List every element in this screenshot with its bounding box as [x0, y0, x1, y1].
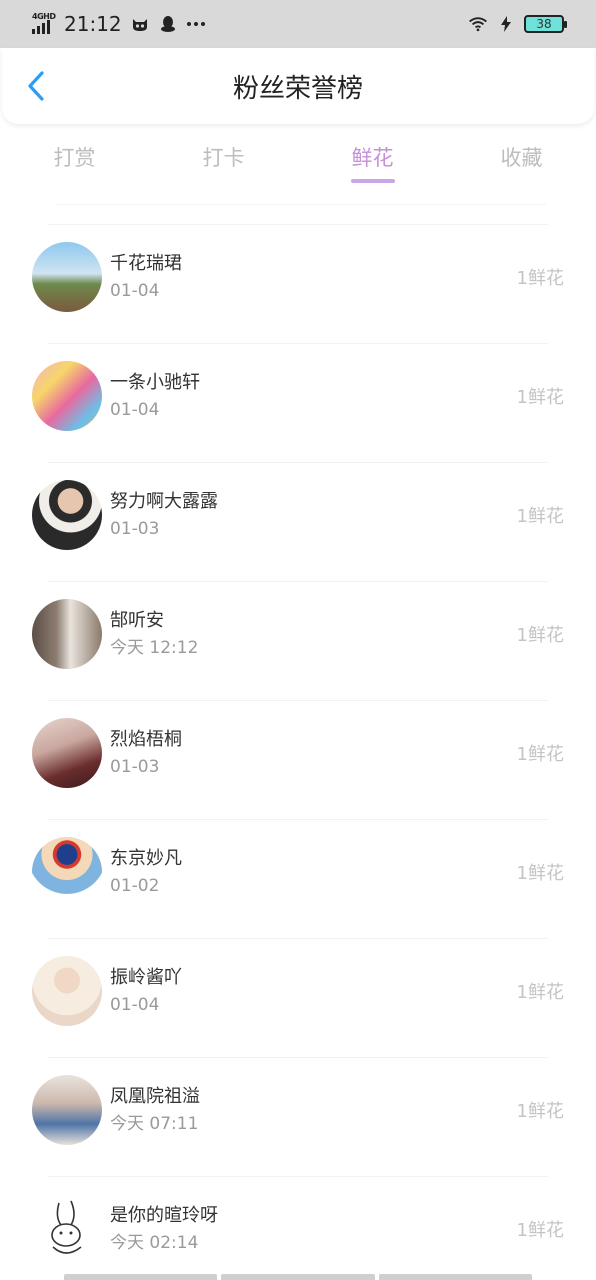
avatar[interactable] — [32, 599, 102, 669]
user-name: 努力啊大露露 — [110, 491, 218, 512]
gift-date: 01-04 — [110, 400, 160, 420]
gift-date: 今天 02:14 — [110, 1233, 199, 1253]
gift-date: 今天 07:11 — [110, 1114, 199, 1134]
flower-count: 1鲜花 — [516, 863, 564, 884]
battery-level: 38 — [536, 17, 552, 31]
page-title: 粉丝荣誉榜 — [232, 73, 363, 104]
flower-count: 1鲜花 — [516, 1220, 564, 1241]
flower-count: 1鲜花 — [516, 744, 564, 765]
status-time: 21:12 — [64, 12, 122, 36]
user-name: 烈焰梧桐 — [110, 729, 182, 750]
header: 粉丝荣誉榜 — [2, 48, 594, 124]
flower-count: 1鲜花 — [516, 982, 564, 1003]
bottom-scroll-indicator — [64, 1274, 532, 1280]
list-item[interactable]: 振岭酱吖 01-04 1鲜花 — [32, 938, 564, 1057]
flower-count: 1鲜花 — [516, 268, 564, 289]
avatar[interactable] — [32, 361, 102, 431]
list-item[interactable]: 一条小驰轩 01-04 1鲜花 — [32, 343, 564, 462]
gift-date: 01-02 — [110, 876, 160, 896]
avatar[interactable] — [32, 1075, 102, 1145]
charging-icon — [496, 14, 516, 34]
user-name: 郜听安 — [110, 610, 164, 631]
avatar[interactable] — [32, 956, 102, 1026]
list-item[interactable]: 千花瑞珺 01-04 1鲜花 — [32, 224, 564, 343]
user-name: 东京妙凡 — [110, 848, 182, 869]
back-arrow-icon — [28, 71, 44, 101]
back-button[interactable] — [20, 70, 52, 102]
gift-date: 01-03 — [110, 519, 160, 539]
gift-date: 01-04 — [110, 995, 160, 1015]
tab-flowers[interactable]: 鲜花 — [298, 136, 447, 192]
qq-penguin-icon — [158, 14, 178, 34]
rabbit-sketch-icon — [51, 1200, 82, 1254]
tab-favorites[interactable]: 收藏 — [447, 136, 596, 192]
tab-label: 收藏 — [500, 146, 543, 170]
gift-date: 今天 12:12 — [110, 638, 199, 658]
cat-face-icon — [130, 14, 150, 34]
battery-icon: 38 — [524, 15, 567, 33]
more-dots-icon — [186, 14, 206, 34]
list-item[interactable]: 是你的暄玲呀 今天 02:14 1鲜花 — [32, 1176, 564, 1280]
flower-count: 1鲜花 — [516, 1101, 564, 1122]
list-item[interactable]: 东京妙凡 01-02 1鲜花 — [32, 819, 564, 938]
fan-ranking-list: 千花瑞珺 01-04 1鲜花 一条小驰轩 01-04 1鲜花 努力啊大露露 01… — [0, 224, 596, 1280]
user-name: 千花瑞珺 — [110, 253, 182, 274]
avatar[interactable] — [32, 242, 102, 312]
user-name: 振岭酱吖 — [110, 967, 182, 988]
tab-label: 鲜花 — [351, 146, 394, 170]
tab-bar: 打赏 打卡 鲜花 收藏 — [0, 136, 596, 192]
active-tab-indicator — [350, 179, 395, 183]
avatar[interactable] — [32, 837, 102, 907]
list-item[interactable]: 努力啊大露露 01-03 1鲜花 — [32, 462, 564, 581]
tab-checkin[interactable]: 打卡 — [149, 136, 298, 192]
avatar[interactable] — [32, 480, 102, 550]
gift-date: 01-04 — [110, 281, 160, 301]
flower-count: 1鲜花 — [516, 506, 564, 527]
user-name: 是你的暄玲呀 — [110, 1205, 218, 1226]
user-name: 一条小驰轩 — [110, 372, 200, 393]
user-name: 凤凰院祖溢 — [110, 1086, 200, 1107]
status-bar: 4GHD 21:12 38 — [0, 0, 596, 48]
gift-date: 01-03 — [110, 757, 160, 777]
avatar[interactable] — [32, 718, 102, 788]
tab-label: 打赏 — [53, 146, 96, 170]
list-item[interactable]: 郜听安 今天 12:12 1鲜花 — [32, 581, 564, 700]
wifi-icon — [468, 14, 488, 34]
tab-tips[interactable]: 打赏 — [0, 136, 149, 192]
tab-label: 打卡 — [202, 146, 245, 170]
list-item[interactable]: 凤凰院祖溢 今天 07:11 1鲜花 — [32, 1057, 564, 1176]
signal-icon: 4GHD — [32, 12, 56, 36]
flower-count: 1鲜花 — [516, 387, 564, 408]
status-bar-right: 38 — [468, 14, 567, 34]
status-bar-left: 4GHD 21:12 — [32, 12, 206, 36]
list-item[interactable]: 烈焰梧桐 01-03 1鲜花 — [32, 700, 564, 819]
avatar[interactable] — [32, 1194, 102, 1264]
divider — [56, 204, 546, 205]
flower-count: 1鲜花 — [516, 625, 564, 646]
